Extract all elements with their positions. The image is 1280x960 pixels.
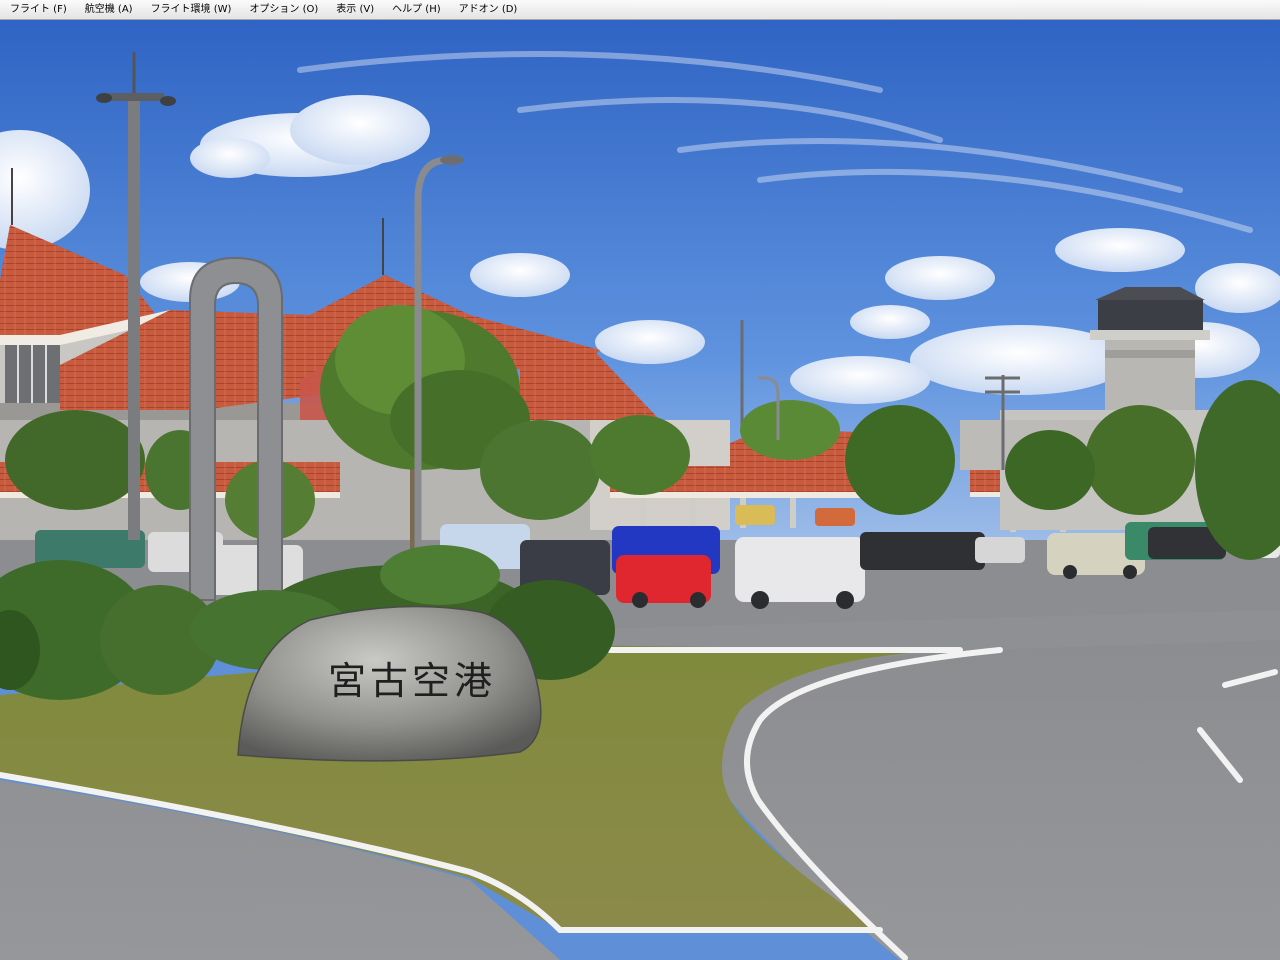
menu-view[interactable]: 表示 (V) [326, 0, 382, 19]
menu-world[interactable]: フライト環境 (W) [141, 0, 240, 19]
scenery: 宮古空港 [0, 20, 1280, 960]
menu-addons[interactable]: アドオン (D) [449, 0, 526, 19]
simulator-viewport[interactable]: 宮古空港 [0, 20, 1280, 960]
menu-help[interactable]: ヘルプ (H) [382, 0, 449, 19]
menu-bar: フライト (F) 航空機 (A) フライト環境 (W) オプション (O) 表示… [0, 0, 1280, 20]
menu-flight[interactable]: フライト (F) [0, 0, 75, 19]
menu-options[interactable]: オプション (O) [239, 0, 326, 19]
menu-aircraft[interactable]: 航空機 (A) [75, 0, 141, 19]
monument-inscription: 宮古空港 [328, 659, 496, 703]
